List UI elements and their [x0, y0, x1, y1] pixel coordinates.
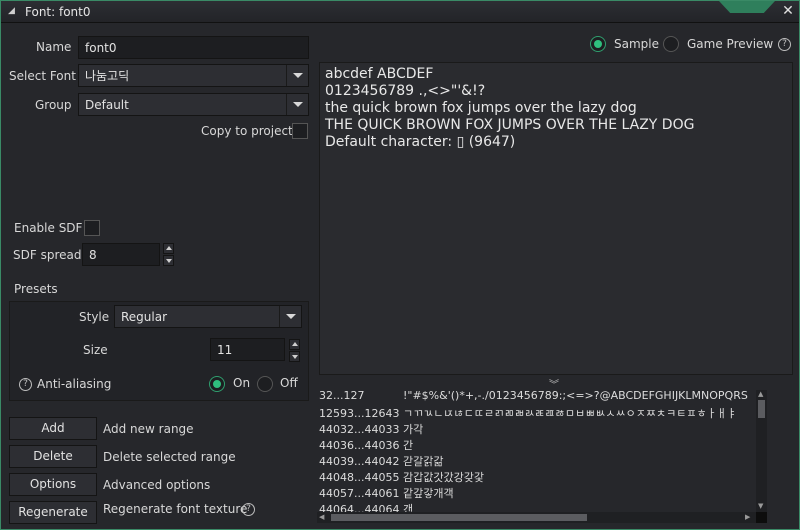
- range-characters: 같갚갛개객: [403, 487, 454, 500]
- regenerate-description: Regenerate font texture: [103, 502, 248, 516]
- sample-line: 0123456789 .,<>"'&!?: [325, 83, 486, 99]
- delete-button[interactable]: Delete: [9, 445, 97, 468]
- range-characters: ㄱㄲㄳㄴㄵㄶㄷㄸㄹㄺㄻㄼㄽㄾㄿㅀㅁㅂㅃㅄㅅㅆㅇㅈㅉㅊㅋㅌㅍㅎㅏㅐㅑ: [403, 407, 737, 420]
- range-list[interactable]: 32...127 !"#$%&'()*+,-./0123456789:;<=>?@…: [315, 389, 769, 512]
- style-label: Style: [79, 310, 110, 324]
- chevron-down-icon[interactable]: [279, 306, 301, 327]
- range-value: 44057...44061: [319, 487, 400, 500]
- select-font-value: 나눔고딕: [85, 69, 130, 83]
- sdf-spread-down-arrow[interactable]: [163, 255, 174, 266]
- sample-line: THE QUICK BROWN FOX JUMPS OVER THE LAZY …: [325, 117, 695, 133]
- collapse-triangle-icon[interactable]: ◢: [8, 6, 15, 16]
- list-item[interactable]: 44039...44042 갇갈갉갊: [319, 453, 443, 469]
- enable-sdf-label: Enable SDF: [14, 221, 83, 235]
- sdf-spread-up-arrow[interactable]: [163, 243, 174, 254]
- range-value: 12593...12643: [319, 407, 400, 420]
- range-characters: 감갑값갓갔강갖갗: [403, 471, 484, 484]
- range-value: 44064...44064: [319, 503, 400, 512]
- sdf-spread-label: SDF spread: [13, 248, 82, 262]
- options-description: Advanced options: [103, 478, 211, 492]
- size-down-arrow[interactable]: [289, 351, 300, 362]
- close-icon[interactable]: ✕: [781, 4, 795, 18]
- add-button[interactable]: Add: [9, 417, 97, 440]
- vertical-scroll-thumb[interactable]: [758, 400, 765, 418]
- group-label: Group: [35, 98, 72, 112]
- chevron-down-icon[interactable]: [286, 94, 308, 115]
- select-font-label: Select Font: [9, 69, 76, 83]
- range-value: 44032...44033: [319, 423, 400, 436]
- antialiasing-on-label: On: [233, 376, 251, 390]
- range-value: 44039...44042: [319, 455, 400, 468]
- options-button[interactable]: Options: [9, 473, 97, 496]
- sample-radio[interactable]: [590, 36, 606, 52]
- sample-line: the quick brown fox jumps over the lazy …: [325, 100, 637, 116]
- delete-description: Delete selected range: [103, 450, 236, 464]
- list-item[interactable]: 44064...44064 갠: [319, 501, 413, 512]
- font-editor-window: ◢ Font: font0 ✕ Name font0 Select Font 나…: [0, 0, 800, 530]
- scroll-up-icon[interactable]: ▲: [758, 390, 763, 398]
- title-bar[interactable]: ◢ Font: font0 ✕: [1, 1, 799, 23]
- font-sample-preview: abcdef ABCDEF 0123456789 .,<>"'&!? the q…: [319, 62, 793, 375]
- group-value: Default: [85, 98, 129, 112]
- size-label: Size: [83, 343, 108, 357]
- copy-to-project-checkbox[interactable]: [292, 123, 308, 139]
- range-characters: !"#$%&'()*+,-./0123456789:;<=>?@ABCDEFGH…: [403, 389, 748, 402]
- group-dropdown[interactable]: Default: [78, 93, 309, 116]
- list-item[interactable]: 44057...44061 같갚갛개객: [319, 485, 454, 501]
- antialiasing-label: Anti-aliasing: [37, 377, 112, 391]
- game-preview-radio[interactable]: [663, 36, 679, 52]
- sample-line: abcdef ABCDEF: [325, 66, 434, 82]
- regenerate-button[interactable]: Regenerate: [9, 501, 97, 524]
- list-item[interactable]: 32...127 !"#$%&'()*+,-./0123456789:;<=>?@…: [319, 389, 748, 405]
- name-label: Name: [36, 40, 72, 54]
- help-icon[interactable]: ?: [19, 378, 32, 391]
- scroll-down-icon[interactable]: ▼: [758, 502, 763, 510]
- size-up-arrow[interactable]: [289, 339, 300, 350]
- sample-label: Sample: [614, 37, 659, 51]
- vertical-scrollbar[interactable]: ▲ ▼: [756, 390, 767, 513]
- range-characters: 가각: [403, 423, 424, 436]
- help-icon[interactable]: ?: [778, 38, 791, 51]
- copy-to-project-label: Copy to project: [201, 124, 293, 138]
- range-characters: 갇갈갉갊: [403, 455, 444, 468]
- sample-line: Default character: ▯ (9647): [325, 134, 516, 150]
- window-title: Font: font0: [25, 5, 91, 19]
- list-item[interactable]: 44032...44033 가각: [319, 421, 423, 437]
- horizontal-scrollbar[interactable]: ◀ ▶: [317, 512, 756, 523]
- list-item[interactable]: 44036...44036 간: [319, 437, 413, 453]
- add-description: Add new range: [103, 422, 194, 436]
- scroll-left-icon[interactable]: ◀: [319, 513, 324, 521]
- range-characters: 간: [403, 439, 414, 452]
- scroll-right-icon[interactable]: ▶: [745, 513, 750, 521]
- help-icon[interactable]: ?: [242, 503, 255, 516]
- style-value: Regular: [121, 310, 168, 324]
- sdf-spread-input[interactable]: 8: [82, 243, 160, 266]
- range-characters: 갠: [403, 503, 414, 512]
- antialiasing-off-radio[interactable]: [257, 376, 273, 392]
- scrollbar-corner: [756, 512, 767, 523]
- style-dropdown[interactable]: Regular: [114, 305, 302, 328]
- horizontal-scroll-thumb[interactable]: [331, 514, 587, 521]
- select-font-dropdown[interactable]: 나눔고딕: [78, 64, 309, 87]
- range-value: 44036...44036: [319, 439, 400, 452]
- enable-sdf-checkbox[interactable]: [84, 220, 100, 236]
- antialiasing-on-radio[interactable]: [209, 376, 225, 392]
- game-preview-label: Game Preview: [687, 37, 774, 51]
- presets-title: Presets: [14, 282, 58, 296]
- chevron-down-icon[interactable]: [286, 65, 308, 86]
- antialiasing-off-label: Off: [280, 376, 298, 390]
- list-item[interactable]: 44048...44055 감갑값갓갔강갖갗: [319, 469, 484, 485]
- titlebar-decoration: [719, 1, 775, 13]
- name-input[interactable]: font0: [78, 36, 309, 59]
- list-item[interactable]: 12593...12643 ㄱㄲㄳㄴㄵㄶㄷㄸㄹㄺㄻㄼㄽㄾㄿㅀㅁㅂㅃㅄㅅㅆㅇㅈㅉㅊㅋ…: [319, 405, 737, 421]
- range-value: 32...127: [319, 389, 365, 402]
- size-input[interactable]: 11: [210, 338, 285, 361]
- range-value: 44048...44055: [319, 471, 400, 484]
